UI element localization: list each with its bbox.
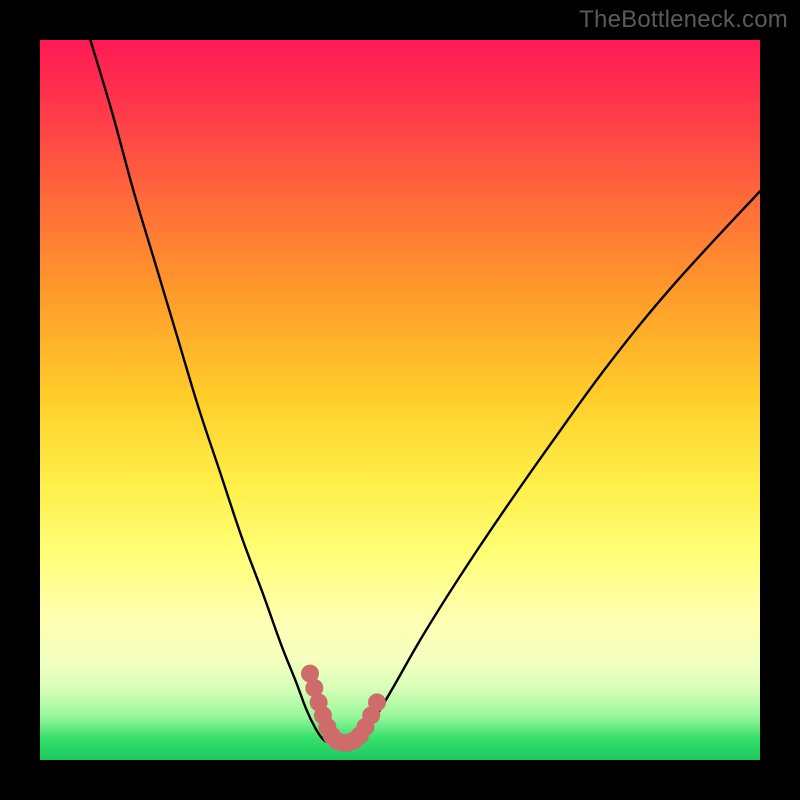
valley-marker-dot — [368, 693, 386, 711]
chart-stage: TheBottleneck.com — [0, 0, 800, 800]
watermark-text: TheBottleneck.com — [579, 6, 788, 34]
plot-area — [40, 40, 760, 760]
curve-layer — [40, 40, 760, 760]
bottleneck-curve-path — [90, 40, 760, 744]
bottleneck-curve — [90, 40, 760, 744]
valley-markers — [301, 665, 386, 752]
